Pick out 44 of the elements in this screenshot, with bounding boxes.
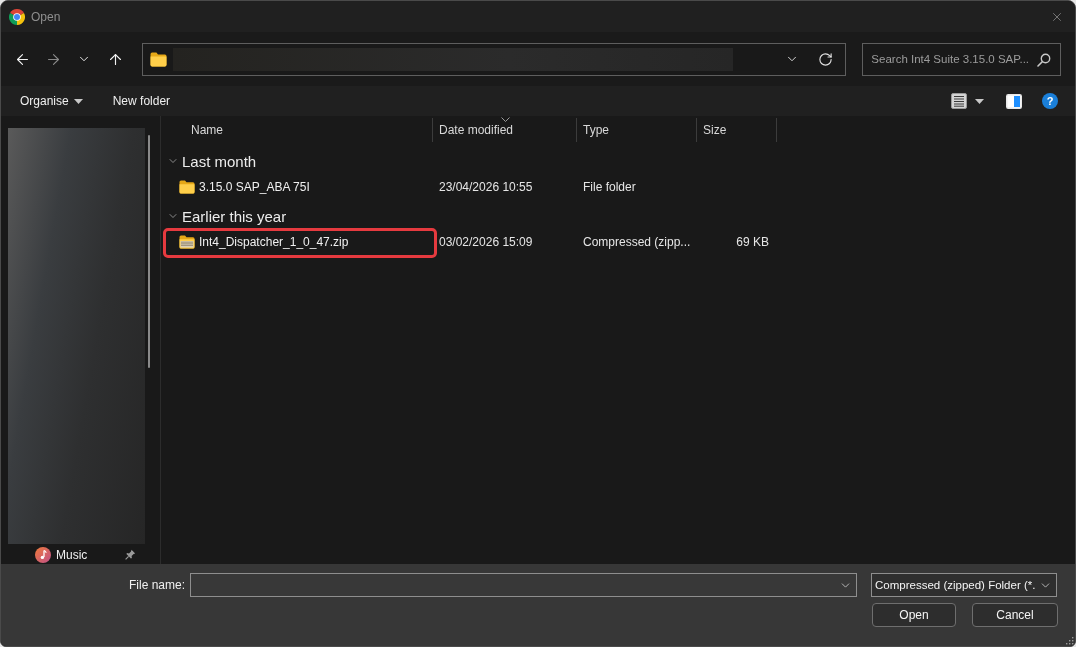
column-header[interactable]: Name [161,118,433,142]
help-button[interactable]: ? [1042,93,1058,109]
music-note-icon [35,546,51,563]
sort-caret-icon [501,117,510,122]
group-header[interactable]: Last month [161,147,257,175]
resize-grip-icon[interactable] [1065,636,1074,645]
toolbar-button[interactable]: New folder [112,89,171,113]
size-cell-text: 69 KB [736,235,770,249]
folder-icon [179,180,195,194]
column-header[interactable]: Date modified [433,118,577,142]
file-name-label: File name: [128,578,185,592]
type-cell-text: Compressed (zipp... [582,235,691,249]
view-options-button[interactable] [951,91,984,111]
preview-pane-icon [1006,93,1022,109]
file-row[interactable]: 3.15.0 SAP_ABA 75I 23/04/2026 10:55 File folder [161,175,1075,199]
type-cell-text: File folder [582,180,636,194]
search-field[interactable]: Search Int4 Suite 3.15.0 SAP... [862,42,1061,76]
dialog-button[interactable]: Open [872,603,956,627]
date-cell-text: 23/04/2026 10:55 [438,180,533,194]
pin-icon[interactable] [125,549,136,560]
file-name-field[interactable] [190,573,857,597]
scrollbar-thumb[interactable] [148,135,150,368]
refresh-icon [817,51,833,67]
file-type-dropdown[interactable]: Compressed (zipped) Folder (*. [871,573,1057,597]
preview-pane-button[interactable] [1006,91,1022,111]
date-cell-text: 03/02/2026 15:09 [438,235,533,249]
round-logo-icon [9,8,25,25]
group-header[interactable]: Earlier this year [161,202,287,230]
file-name: Int4_Dispatcher_1_0_47.zip [199,235,349,249]
sidebar-label: Music [56,547,88,562]
list-view-icon [951,93,967,109]
sidebar-item[interactable]: Music [1,545,160,564]
dialog-button[interactable]: Cancel [972,603,1058,627]
zip-folder-icon [179,235,195,249]
menu-button[interactable]: Organise [20,89,83,113]
column-header[interactable]: Type [577,118,697,142]
folder-icon [150,51,168,67]
column-header[interactable]: Size [697,118,777,142]
caret-icon [975,98,984,104]
file-name: 3.15.0 SAP_ABA 75I [199,180,310,194]
search-icon[interactable] [1036,52,1051,67]
window-title: Open [31,9,61,24]
caret-icon [73,98,83,104]
file-row[interactable]: Int4_Dispatcher_1_0_47.zip 03/02/2026 15:09 Compressed (zipp... 69 KB [161,230,1075,254]
